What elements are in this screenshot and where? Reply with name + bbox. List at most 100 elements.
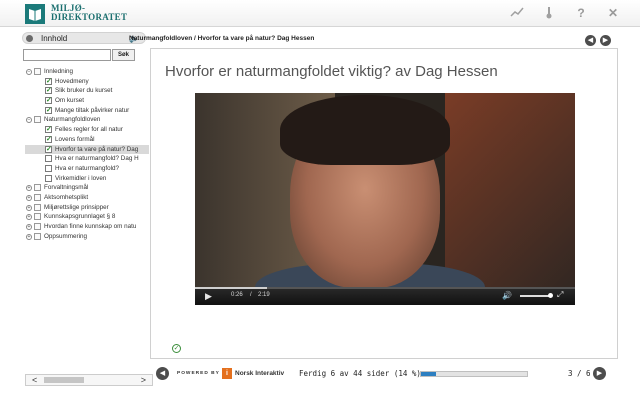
chart-icon[interactable] [510,6,524,20]
footer-next-icon[interactable]: ▶ [593,367,606,380]
volume-icon[interactable]: 🔊 [502,291,512,300]
logo-line2: DIREKTORATET [51,12,128,22]
contents-header[interactable]: Innhold 🔈 [22,32,146,44]
video-progress-bar[interactable] [195,287,575,289]
completed-check-icon: ✓ [45,135,52,143]
tree-item[interactable]: ✓ Lovens formål [25,135,149,145]
folder-icon [34,193,41,201]
expand-icon[interactable]: + [26,185,32,192]
tree-group[interactable]: − Innledning [25,67,149,77]
powered-by-label: POWERED BY [177,371,220,376]
tree-item[interactable]: ✓ Mange tiltak påvirker natur [25,106,149,116]
help-icon[interactable]: ? [574,6,588,20]
search-button[interactable]: Søk [112,49,135,61]
logo-text: MILJØ- DIREKTORATET [51,4,127,22]
thermometer-icon[interactable] [542,6,556,20]
expand-icon[interactable]: + [26,214,32,221]
breadcrumb: Naturmangfoldloven / Hvorfor ta vare på … [129,35,315,42]
brand-name: Norsk Interaktiv [235,370,285,377]
tree-label: Slik bruker du kurset [55,87,113,95]
completed-check-icon: ✓ [45,77,52,85]
folder-icon [34,232,41,240]
tree-label: Miljørettslige prinsipper [44,203,109,211]
video-controls: ▶ 0:26 / 2:19 🔊 ⤢ [195,287,575,305]
prev-page-icon[interactable]: ◀ [585,35,596,46]
next-page-icon[interactable]: ▶ [600,35,611,46]
tree-label: Hva er naturmangfold? [55,164,120,172]
expand-icon[interactable]: + [26,204,32,211]
sidebar: Innhold 🔈 Søk − Innledning ✓ Hovedmeny ✓ Slik… [22,30,153,390]
collapse-toggle-icon[interactable] [26,35,33,42]
completion-progress-fill [421,372,436,376]
header-toolbar: ? ✕ [510,6,620,20]
tree-item[interactable]: ✓ Felles regler for all natur [25,125,149,135]
tree-group[interactable]: − Naturmangfoldloven [25,115,149,125]
tree-label: Om kurset [55,97,85,105]
tree-group[interactable]: + Forvaltningsmål [25,183,149,193]
unchecked-box-icon [45,164,52,172]
play-icon[interactable]: ▶ [205,291,212,302]
contents-tree: − Innledning ✓ Hovedmeny ✓ Slik bruker du kur… [25,67,149,241]
current-time: 0:26 [231,292,243,298]
close-icon[interactable]: ✕ [606,6,620,20]
tree-label: Hva er naturmangfold? Dag H [55,155,139,163]
tree-item[interactable]: ✓ Hovedmeny [25,77,149,87]
tree-group[interactable]: + Oppsummering [25,232,149,242]
tree-item[interactable]: Hva er naturmangfold? [25,164,149,174]
norsk-interaktiv-logo-icon: i [222,368,232,379]
tree-group[interactable]: + Miljørettslige prinsipper [25,203,149,213]
expand-icon[interactable]: + [26,194,32,201]
folder-icon [34,203,41,211]
tree-label: Hovedmeny [55,77,89,85]
volume-knob[interactable] [548,293,553,298]
completed-check-icon: ✓ [45,106,52,114]
scroll-left-icon[interactable]: < [32,375,37,385]
expand-icon[interactable]: + [26,233,32,240]
footer-prev-icon[interactable]: ◀ [156,367,169,380]
expand-icon[interactable]: + [26,224,32,230]
scroll-right-icon[interactable]: > [141,375,146,385]
tree-item[interactable]: Virkemidler i loven [25,174,149,184]
unchecked-box-icon [45,174,52,182]
tree-label: Kunnskapsgrunnlaget § 8 [44,213,116,221]
tree-label: Naturmangfoldloven [44,116,101,124]
scroll-thumb[interactable] [44,377,84,383]
tree-label: Forvaltningsmål [44,184,89,192]
folder-icon [34,116,41,124]
search-input[interactable] [23,49,111,61]
page-number: 3 / 6 [568,369,591,378]
fullscreen-icon[interactable]: ⤢ [557,290,563,300]
folder-icon [34,184,41,192]
tree-label: Aktsomhetsplikt [44,193,89,201]
tree-label: Innledning [44,68,74,75]
tree-item[interactable]: ✓ Slik bruker du kurset [25,86,149,96]
tree-item[interactable]: ✓ Hvorfor ta vare på natur? Dag [25,144,149,155]
time-separator: / [250,292,252,298]
completed-check-icon: ✓ [45,126,52,134]
footer: ◀ POWERED BY i Norsk Interaktiv Ferdig 6… [150,365,618,383]
tree-item[interactable]: ✓ Om kurset [25,96,149,106]
tree-label: Hvorfor ta vare på natur? Dag [55,145,139,153]
completed-check-icon: ✓ [45,87,52,95]
tree-group[interactable]: + Hvordan finne kunnskap om natu [25,222,149,232]
volume-slider[interactable] [520,295,550,297]
folder-icon [34,223,41,230]
unchecked-box-icon [45,155,52,163]
tree-label: Felles regler for all natur [55,126,123,134]
tree-group[interactable]: + Aktsomhetsplikt [25,193,149,203]
folder-icon [34,213,41,221]
completion-status: Ferdig 6 av 44 sider (14 %) [299,369,421,378]
collapse-icon[interactable]: − [26,117,32,124]
video-figure-hair [280,95,450,165]
video-progress-fill [195,287,268,289]
tree-group[interactable]: + Kunnskapsgrunnlaget § 8 [25,212,149,222]
duration: 2:19 [258,292,270,298]
completed-check-icon: ✓ [45,97,52,105]
tree-item[interactable]: Hva er naturmangfold? Dag H [25,154,149,164]
collapse-icon[interactable]: − [26,69,32,75]
video-player[interactable]: ▶ 0:26 / 2:19 🔊 ⤢ [195,93,575,305]
tree-label: Mange tiltak påvirker natur [55,106,130,114]
tree-label: Lovens formål [55,135,95,143]
sidebar-scrollbar[interactable]: < > [25,374,153,386]
app-header: MILJØ- DIREKTORATET ? ✕ [0,0,640,27]
